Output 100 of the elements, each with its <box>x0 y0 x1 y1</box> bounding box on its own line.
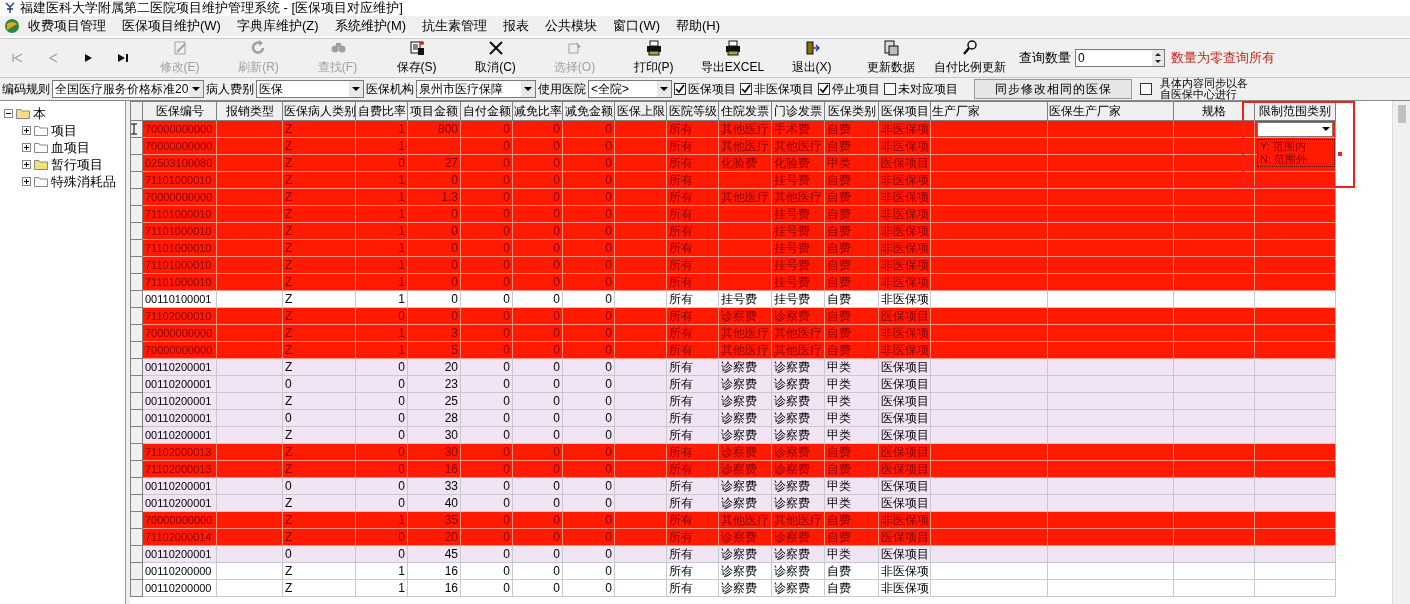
toolbar-button[interactable]: 取消(C) <box>456 39 535 77</box>
toolbar-button[interactable]: 自付比例更新 <box>930 39 1009 77</box>
table-cell: 诊察费 <box>771 358 825 376</box>
table-cell: 00110200001 <box>142 477 217 495</box>
table-cell <box>614 120 667 138</box>
column-header[interactable]: 项目金额 <box>407 101 461 121</box>
column-header[interactable]: 减免金额 <box>562 101 615 121</box>
checkbox-label[interactable]: 未对应项目 <box>898 80 958 98</box>
column-header[interactable]: 医保上限 <box>614 101 667 121</box>
app-logo-icon <box>4 18 20 34</box>
expand-icon[interactable] <box>22 160 31 169</box>
table-cell: 0 <box>355 477 408 495</box>
toolbar-button[interactable]: 导出EXCEL <box>693 39 772 77</box>
table-cell: 0 <box>512 171 563 189</box>
menu-item[interactable]: 公共模块 <box>537 16 606 36</box>
table-cell: 0 <box>562 205 615 223</box>
table-cell: 45 <box>407 545 461 563</box>
table-cell: 0 <box>512 137 563 155</box>
checkbox[interactable] <box>884 83 896 95</box>
column-header[interactable]: 自费比率 <box>355 101 408 121</box>
table-cell: 0 <box>562 222 615 240</box>
table-cell: 0 <box>460 392 513 410</box>
table-cell: Z <box>282 188 356 206</box>
table-cell: 医保项目 <box>878 494 931 512</box>
table-cell: 挂号费 <box>771 222 825 240</box>
menu-item[interactable]: 窗口(W) <box>605 16 668 36</box>
quantity-spin-field[interactable]: 0 <box>1075 49 1165 67</box>
dropdown-field[interactable]: 泉州市医疗保障 <box>416 80 536 98</box>
table-cell: 0 <box>355 443 408 461</box>
table-cell: 0 <box>562 460 615 478</box>
checkbox-label[interactable]: 停止项目 <box>832 80 880 98</box>
table-cell: 0 <box>562 545 615 563</box>
table-cell: 40 <box>407 494 461 512</box>
column-header[interactable]: 生产厂家 <box>930 101 1048 121</box>
menu-item[interactable]: 帮助(H) <box>668 16 729 36</box>
column-header[interactable]: 住院发票 <box>718 101 772 121</box>
table-cell: Z <box>282 222 356 240</box>
column-header[interactable]: 规格 <box>1173 101 1255 121</box>
checkbox-label[interactable]: 非医保项目 <box>754 80 814 98</box>
column-header[interactable]: 医保病人类别 <box>282 101 356 121</box>
checkbox[interactable] <box>1140 83 1152 95</box>
expand-icon[interactable] <box>22 177 31 186</box>
table-cell: 0 <box>562 171 615 189</box>
expand-icon[interactable] <box>22 143 31 152</box>
table-cell: 自费 <box>824 222 879 240</box>
column-header[interactable]: 自付金额 <box>460 101 513 121</box>
column-header[interactable]: 减免比率 <box>512 101 563 121</box>
tree-item[interactable]: 本 <box>33 103 46 124</box>
table-cell: 医保项目 <box>878 460 931 478</box>
table-cell: 0 <box>512 579 563 597</box>
dropdown-field[interactable]: 医保 <box>256 80 364 98</box>
table-cell: 诊察费 <box>718 545 772 563</box>
checkbox[interactable] <box>740 83 752 95</box>
table-cell: 诊察费 <box>771 307 825 325</box>
text-cursor-icon <box>131 123 137 135</box>
table-cell: 诊察费 <box>771 409 825 427</box>
table-cell <box>216 443 283 461</box>
table-cell <box>614 460 667 478</box>
toolbar-button[interactable]: 退出(X) <box>772 39 851 77</box>
table-cell: Z <box>282 290 356 308</box>
column-header[interactable]: 门诊发票 <box>771 101 825 121</box>
table-cell: 非医保项 <box>878 222 931 240</box>
table-cell <box>718 256 772 274</box>
menu-item[interactable]: 收费项目管理 <box>20 16 114 36</box>
table-cell: 1 <box>355 290 408 308</box>
menu-item[interactable]: 字典库维护(Z) <box>228 16 327 36</box>
table-cell: 02503100080 <box>142 154 217 172</box>
column-header[interactable]: 医院等级 <box>666 101 719 121</box>
scrollbar[interactable] <box>1392 101 1410 604</box>
spin-arrows-icon[interactable] <box>1152 50 1164 66</box>
table-cell: 诊察费 <box>771 528 825 546</box>
column-header[interactable]: 医保生产厂家 <box>1047 101 1174 121</box>
column-header[interactable]: 医保项目 <box>878 101 931 121</box>
table-cell: Z <box>282 239 356 257</box>
checkbox[interactable] <box>818 83 830 95</box>
menu-item[interactable]: 抗生素管理 <box>414 16 496 36</box>
toolbar-button[interactable]: 保存(S) <box>377 39 456 77</box>
table-cell: 0 <box>460 443 513 461</box>
table-cell: 所有 <box>666 222 719 240</box>
table-cell <box>216 239 283 257</box>
column-header[interactable]: 报销类型 <box>216 101 283 121</box>
menu-item[interactable]: 系统维护(M) <box>326 16 415 36</box>
table-cell: 挂号费 <box>771 239 825 257</box>
dropdown-field[interactable]: 全国医疗服务价格标准20 <box>52 80 204 98</box>
menu-item[interactable]: 报表 <box>495 16 538 36</box>
table-cell: 00110200001 <box>142 426 217 444</box>
table-cell: 诊察费 <box>718 426 772 444</box>
toolbar-button[interactable]: 更新数据 <box>851 39 930 77</box>
toolbar-button[interactable]: 打印(P) <box>614 39 693 77</box>
table-cell: 0 <box>512 256 563 274</box>
checkbox[interactable] <box>674 83 686 95</box>
expand-icon[interactable] <box>22 126 31 135</box>
checkbox-label[interactable]: 医保项目 <box>688 80 736 98</box>
collapse-icon[interactable] <box>4 109 13 118</box>
table-cell <box>614 375 667 393</box>
column-header[interactable]: 医保类别 <box>824 101 879 121</box>
menu-item[interactable]: 医保项目维护(W) <box>114 16 229 36</box>
dropdown-field[interactable]: <全院> <box>588 80 672 98</box>
column-header[interactable]: 医保编号 <box>142 101 217 121</box>
sync-button[interactable]: 同步修改相同的医保 <box>974 79 1132 99</box>
